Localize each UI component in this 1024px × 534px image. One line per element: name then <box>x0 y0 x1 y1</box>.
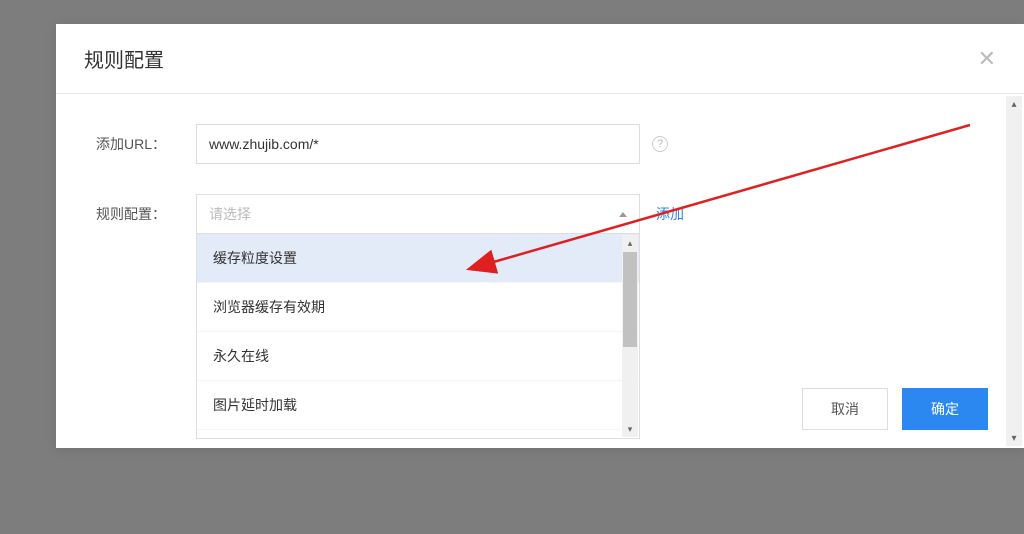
dropdown-item[interactable]: 分类排序 <box>197 430 639 439</box>
scroll-down-icon[interactable]: ▾ <box>622 421 638 437</box>
modal-header: 规则配置 ✕ <box>56 24 1024 94</box>
modal-title: 规则配置 <box>84 44 164 73</box>
dropdown-item[interactable]: 图片延时加载 <box>197 381 639 430</box>
scroll-thumb[interactable] <box>623 252 637 347</box>
dropdown-scrollbar[interactable]: ▴ ▾ <box>622 235 638 437</box>
confirm-button[interactable]: 确定 <box>902 388 988 430</box>
dropdown-item[interactable]: 浏览器缓存有效期 <box>197 283 639 332</box>
scroll-up-icon[interactable]: ▴ <box>622 235 638 251</box>
dropdown-item[interactable]: 缓存粒度设置 <box>197 234 639 283</box>
rule-select[interactable]: 请选择 <box>196 194 640 234</box>
modal-scrollbar[interactable]: ▴ ▾ <box>1006 96 1022 446</box>
url-label: 添加URL： <box>96 134 196 154</box>
config-label: 规则配置： <box>96 204 196 224</box>
rule-config-modal: 规则配置 ✕ 添加URL： ? 规则配置： 请选择 缓存粒度设置 浏览器缓存有效… <box>56 24 1024 448</box>
modal-footer: 取消 确定 <box>802 388 988 430</box>
chevron-up-icon <box>619 212 627 217</box>
close-icon[interactable]: ✕ <box>978 48 996 70</box>
modal-body: 添加URL： ? 规则配置： 请选择 缓存粒度设置 浏览器缓存有效期 永久在线 … <box>56 94 1024 448</box>
rule-dropdown: 缓存粒度设置 浏览器缓存有效期 永久在线 图片延时加载 分类排序 ▴ ▾ <box>196 234 640 439</box>
rule-select-wrapper: 请选择 缓存粒度设置 浏览器缓存有效期 永久在线 图片延时加载 分类排序 ▴ ▾ <box>196 194 640 234</box>
cancel-button[interactable]: 取消 <box>802 388 888 430</box>
scroll-down-icon[interactable]: ▾ <box>1006 430 1022 446</box>
add-link[interactable]: 添加 <box>656 204 684 224</box>
dropdown-item[interactable]: 永久在线 <box>197 332 639 381</box>
scroll-up-icon[interactable]: ▴ <box>1006 96 1022 112</box>
url-input[interactable] <box>196 124 640 164</box>
config-row: 规则配置： 请选择 缓存粒度设置 浏览器缓存有效期 永久在线 图片延时加载 分类… <box>96 194 1004 234</box>
select-placeholder: 请选择 <box>209 204 251 224</box>
help-icon[interactable]: ? <box>652 136 668 152</box>
url-row: 添加URL： ? <box>96 124 1004 164</box>
